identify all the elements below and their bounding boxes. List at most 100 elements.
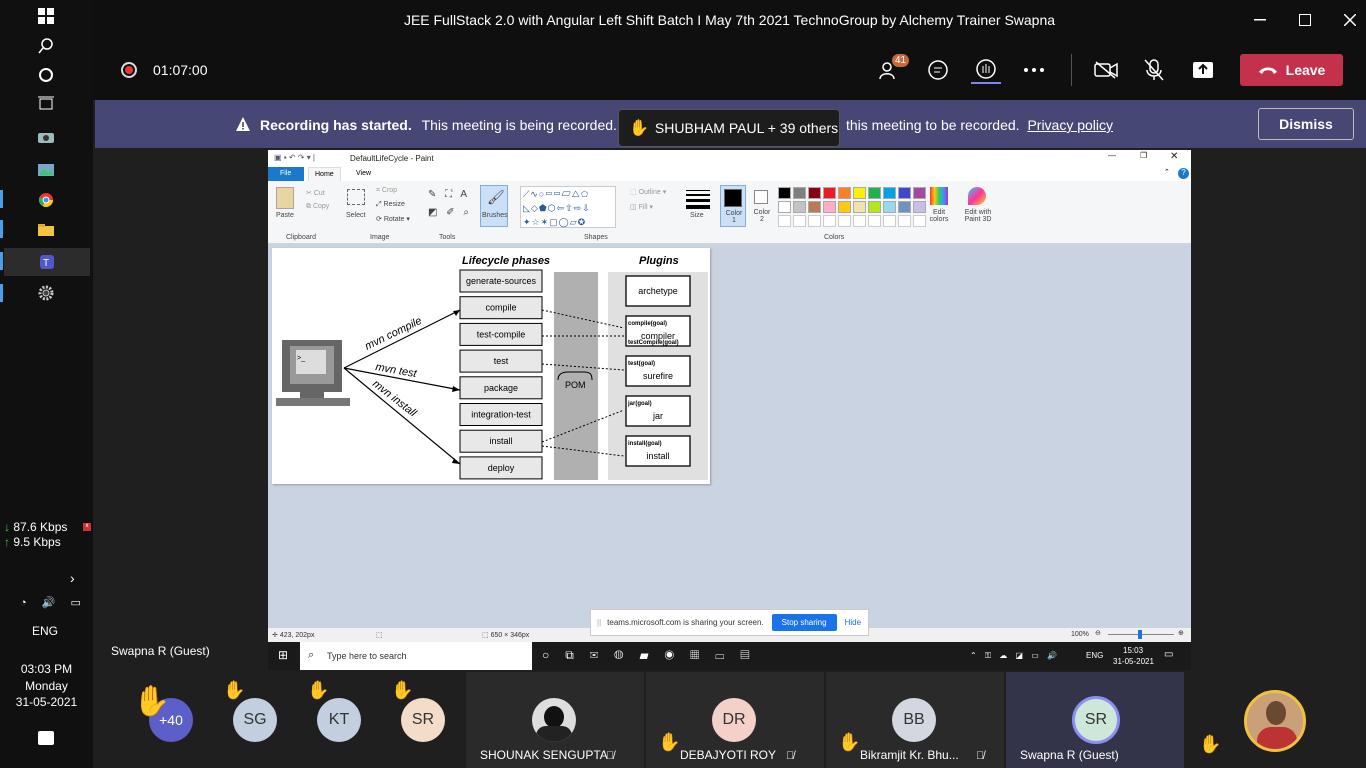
palette-empty-swatch[interactable] xyxy=(778,215,791,227)
taskbar-language[interactable]: ENG xyxy=(1086,651,1103,660)
zoom-out-icon[interactable]: ⊖ xyxy=(1095,629,1101,637)
participants-button[interactable]: 41 xyxy=(875,54,910,84)
ribbon-collapse-icon[interactable]: ⌃ xyxy=(1164,168,1170,176)
photos-icon[interactable] xyxy=(30,156,62,184)
palette-empty-swatch[interactable] xyxy=(868,215,881,227)
palette-swatch[interactable] xyxy=(883,187,896,199)
leave-button[interactable]: Leave xyxy=(1240,54,1343,86)
color-palette[interactable] xyxy=(778,187,928,227)
outline-button[interactable]: ⬚ Outline ▾ xyxy=(630,188,666,196)
color2-button[interactable]: Color 2 xyxy=(750,185,774,227)
paint-close-icon[interactable]: ✕ xyxy=(1170,151,1178,162)
close-icon[interactable]: x xyxy=(83,523,91,531)
tray-icons[interactable]: ◔ 🔊 ▭ xyxy=(20,596,87,609)
palette-empty-swatch[interactable] xyxy=(853,215,866,227)
mic-off-button[interactable] xyxy=(1139,56,1169,84)
avatar[interactable]: SR xyxy=(401,698,445,742)
paint-minimize-icon[interactable]: — xyxy=(1108,151,1116,160)
size-icon[interactable] xyxy=(686,187,710,209)
palette-swatch[interactable] xyxy=(838,187,851,199)
windows-start-icon[interactable]: ⊞ xyxy=(278,648,288,662)
palette-swatch[interactable] xyxy=(793,201,806,213)
rotate-button[interactable]: Rotate xyxy=(384,216,405,223)
maximize-icon[interactable] xyxy=(1292,8,1318,32)
palette-swatch[interactable] xyxy=(898,187,911,199)
tab-file[interactable]: File xyxy=(268,167,304,181)
cortana-icon[interactable] xyxy=(30,61,62,89)
chevron-right-icon[interactable]: › xyxy=(70,570,75,586)
paint-canvas-area[interactable]: >_ mvn compile mvn test mvn install Life… xyxy=(268,244,1191,628)
color1-button[interactable]: Color 1 xyxy=(720,185,746,227)
video-tile[interactable]: BB ✋ Bikramjit Kr. Bhu... 🎙̸ xyxy=(826,672,1004,768)
palette-swatch[interactable] xyxy=(868,187,881,199)
zoom-in-icon[interactable]: ⊕ xyxy=(1178,629,1184,637)
avatar[interactable]: KT xyxy=(317,698,361,742)
pinned-app-icons[interactable]: ○⧉✉◍▰◉▦▭▤ xyxy=(542,648,766,663)
raised-hands-tooltip[interactable]: ✋ SHUBHAM PAUL + 39 others xyxy=(618,109,840,147)
camera-off-button[interactable] xyxy=(1091,56,1121,84)
share-screen-button[interactable] xyxy=(1188,56,1218,84)
fill-button[interactable]: ◫ Fill ▾ xyxy=(630,203,653,211)
palette-swatch[interactable] xyxy=(778,187,791,199)
brushes-button[interactable]: 🖌 Brushes xyxy=(480,185,508,227)
chat-button[interactable] xyxy=(923,56,953,84)
stop-sharing-button[interactable]: Stop sharing xyxy=(771,614,837,631)
video-tile[interactable]: SR Swapna R (Guest) xyxy=(1006,672,1184,768)
system-tray-icons[interactable]: ⌃ ⚿ ☁ ◪ ▭ 🔊 xyxy=(970,651,1060,661)
palette-swatch[interactable] xyxy=(838,201,851,213)
file-explorer-icon[interactable] xyxy=(30,216,62,244)
palette-swatch[interactable] xyxy=(898,201,911,213)
paste-button[interactable]: Paste xyxy=(276,212,294,219)
notification-icon[interactable] xyxy=(38,731,54,745)
avatar[interactable]: SG xyxy=(233,698,277,742)
resize-button[interactable]: Resize xyxy=(384,201,405,208)
edit-colors-button[interactable]: Edit colors xyxy=(928,209,950,223)
palette-swatch[interactable] xyxy=(778,201,791,213)
task-view-icon[interactable] xyxy=(30,90,62,118)
palette-swatch[interactable] xyxy=(823,187,836,199)
video-tile[interactable]: SHOUNAK SENGUPTA 🎙̸ xyxy=(466,672,644,768)
taskbar-time[interactable]: 15:03 xyxy=(1123,646,1143,655)
tab-view[interactable]: View xyxy=(356,170,371,177)
minimize-icon[interactable] xyxy=(1247,8,1273,32)
privacy-policy-link[interactable]: Privacy policy xyxy=(1027,117,1113,133)
palette-swatch[interactable] xyxy=(808,201,821,213)
notification-icon[interactable]: ▭ xyxy=(1164,649,1173,660)
palette-swatch[interactable] xyxy=(823,201,836,213)
help-icon[interactable]: ? xyxy=(1178,168,1189,179)
palette-swatch[interactable] xyxy=(868,201,881,213)
self-avatar[interactable] xyxy=(1244,690,1306,752)
chrome-icon[interactable] xyxy=(30,186,62,214)
palette-swatch[interactable] xyxy=(808,187,821,199)
select-icon[interactable] xyxy=(347,189,365,205)
palette-empty-swatch[interactable] xyxy=(793,215,806,227)
palette-swatch[interactable] xyxy=(793,187,806,199)
tab-home[interactable]: Home xyxy=(308,167,341,181)
shapes-gallery[interactable]: ⟋∿○▭▭▱△⬠ ◺◇⬟⬡⇦⇧⇨⇩ ✦☆✶▢◯▱✪ xyxy=(520,186,616,228)
dismiss-button[interactable]: Dismiss xyxy=(1258,108,1354,140)
camera-icon[interactable] xyxy=(30,123,62,151)
palette-empty-swatch[interactable] xyxy=(808,215,821,227)
palette-empty-swatch[interactable] xyxy=(898,215,911,227)
palette-empty-swatch[interactable] xyxy=(883,215,896,227)
tools-icons-row2[interactable]: ◩ ✐ ⌕ xyxy=(428,207,472,218)
more-actions-button[interactable] xyxy=(1019,56,1049,84)
settings-gear-icon[interactable] xyxy=(30,279,62,307)
search-icon[interactable] xyxy=(30,32,62,60)
zoom-slider-thumb[interactable] xyxy=(1138,630,1142,639)
palette-swatch[interactable] xyxy=(913,201,926,213)
windows-start-icon[interactable] xyxy=(30,2,62,30)
palette-swatch[interactable] xyxy=(913,187,926,199)
teams-taskbar-icon[interactable]: T xyxy=(4,248,90,276)
tools-icons[interactable]: ✎ ⛶ A xyxy=(428,189,470,200)
size-button[interactable]: Size xyxy=(690,212,704,219)
video-tile[interactable]: DR ✋ DEBAJYOTI ROY 🎙̸ xyxy=(646,672,824,768)
paint-maximize-icon[interactable]: ❐ xyxy=(1140,151,1147,160)
palette-swatch[interactable] xyxy=(853,201,866,213)
taskbar-search-box[interactable]: ⌕ Type here to search xyxy=(300,642,532,670)
palette-swatch[interactable] xyxy=(853,187,866,199)
select-button[interactable]: Select xyxy=(346,212,365,219)
paste-icon[interactable] xyxy=(276,187,294,209)
palette-empty-swatch[interactable] xyxy=(913,215,926,227)
clock-time[interactable]: 03:03 PM xyxy=(0,662,93,676)
